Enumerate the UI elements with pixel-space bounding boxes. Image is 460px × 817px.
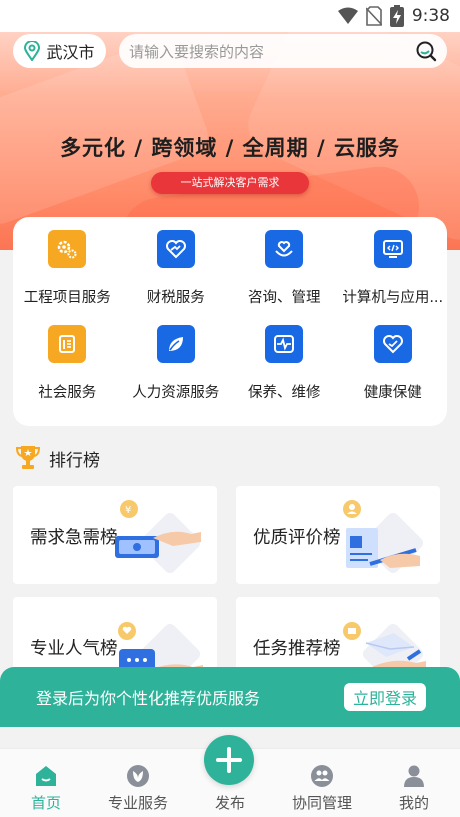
wifi-icon bbox=[337, 7, 358, 24]
nav-item-collaboration[interactable]: 协同管理 bbox=[276, 749, 368, 817]
banner-title: 多元化 / 跨领域 / 全周期 / 云服务 bbox=[60, 136, 400, 160]
computer-code-icon bbox=[373, 230, 412, 268]
service-label: 人力资源服务 bbox=[132, 385, 220, 401]
service-item-computer[interactable]: 计算机与应用... bbox=[339, 230, 448, 325]
team-icon bbox=[311, 765, 333, 787]
service-label: 保养、维修 bbox=[248, 385, 321, 401]
login-prompt-text: 登录后为你个性化推荐优质服务 bbox=[36, 689, 261, 708]
battery-charging-icon bbox=[389, 5, 404, 27]
service-item-hr[interactable]: 人力资源服务 bbox=[122, 325, 231, 420]
service-label: 财税服务 bbox=[146, 290, 205, 306]
ranking-card-label: 优质评价榜 bbox=[253, 528, 341, 548]
ranking-card-label: 专业人气榜 bbox=[30, 639, 118, 659]
search-input[interactable]: 请输入要搜索的内容 bbox=[119, 34, 447, 68]
service-item-health[interactable]: 健康保健 bbox=[339, 325, 448, 420]
heart-hand-icon bbox=[265, 230, 304, 268]
user-icon bbox=[404, 765, 424, 787]
gear-cluster-icon bbox=[48, 230, 87, 268]
publish-button[interactable] bbox=[204, 735, 254, 785]
city-name: 武汉市 bbox=[46, 43, 95, 62]
document-list-icon bbox=[48, 325, 87, 363]
ranking-title: 排行榜 bbox=[49, 450, 100, 471]
ranking-card-label: 任务推荐榜 bbox=[253, 639, 341, 659]
search-icon[interactable] bbox=[415, 40, 437, 62]
nav-item-mine[interactable]: 我的 bbox=[368, 749, 460, 817]
ranking-card-urgent[interactable]: 需求急需榜 ¥ bbox=[13, 486, 217, 584]
leaf-icon bbox=[156, 325, 195, 363]
contract-pen-illustration bbox=[343, 500, 424, 574]
ranking-header: 排行榜 bbox=[15, 444, 100, 472]
service-label: 社会服务 bbox=[38, 385, 97, 401]
publish-label[interactable]: 发布 bbox=[200, 792, 260, 813]
search-placeholder: 请输入要搜索的内容 bbox=[129, 42, 265, 61]
ranking-card-quality[interactable]: 优质评价榜 bbox=[236, 486, 440, 584]
status-bar: 9:38 bbox=[0, 0, 460, 32]
nav-item-professional-services[interactable]: 专业服务 bbox=[92, 749, 184, 817]
leaf-badge-icon bbox=[127, 765, 149, 787]
no-sim-icon bbox=[365, 6, 382, 26]
service-label: 健康保健 bbox=[363, 385, 422, 401]
svg-text:¥: ¥ bbox=[125, 505, 131, 516]
login-button[interactable]: 立即登录 bbox=[343, 683, 426, 711]
status-time: 9:38 bbox=[411, 6, 450, 26]
nav-label: 专业服务 bbox=[107, 794, 168, 812]
heart-shield-icon bbox=[373, 325, 412, 363]
ranking-card-label: 需求急需榜 bbox=[30, 528, 118, 548]
status-icons: 9:38 bbox=[337, 5, 450, 27]
cash-hand-illustration: ¥ bbox=[115, 500, 201, 574]
service-item-social[interactable]: 社会服务 bbox=[13, 325, 122, 420]
service-categories-card: 工程项目服务 财税服务 咨询、管理 计算机与应用... 社会服务 人力资源服务 … bbox=[13, 217, 447, 426]
nav-label: 首页 bbox=[30, 794, 61, 812]
city-selector[interactable]: 武汉市 bbox=[13, 34, 106, 68]
trophy-icon bbox=[15, 446, 41, 469]
nav-label: 我的 bbox=[398, 794, 429, 812]
service-label: 工程项目服务 bbox=[23, 290, 111, 306]
home-icon bbox=[36, 766, 56, 786]
service-label: 计算机与应用... bbox=[342, 290, 444, 306]
banner-tagline: 一站式解决客户需求 bbox=[151, 172, 309, 194]
service-item-engineering[interactable]: 工程项目服务 bbox=[13, 230, 122, 325]
nav-item-home[interactable]: 首页 bbox=[0, 749, 92, 817]
service-item-consulting[interactable]: 咨询、管理 bbox=[230, 230, 339, 325]
service-item-tax[interactable]: 财税服务 bbox=[122, 230, 231, 325]
nav-label: 协同管理 bbox=[291, 794, 352, 812]
service-label: 咨询、管理 bbox=[248, 290, 321, 306]
plus-icon bbox=[216, 747, 242, 773]
pulse-monitor-icon bbox=[265, 325, 304, 363]
heart-card-icon bbox=[156, 230, 195, 268]
service-item-maintenance[interactable]: 保养、维修 bbox=[230, 325, 339, 420]
location-pin-icon bbox=[24, 41, 41, 61]
login-prompt-banner: 登录后为你个性化推荐优质服务 立即登录 bbox=[0, 667, 460, 727]
